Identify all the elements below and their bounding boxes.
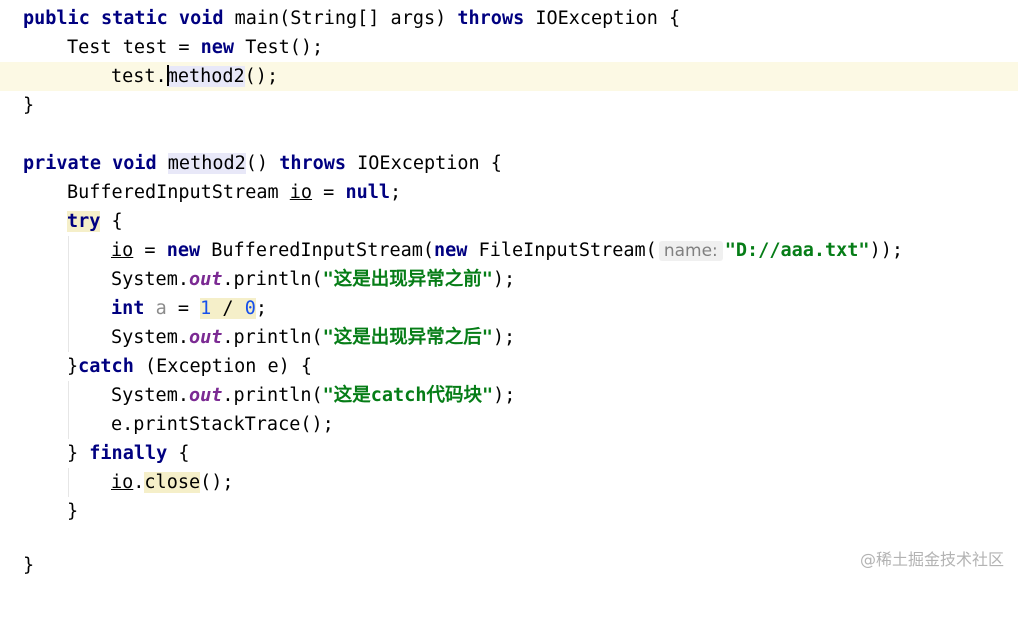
method-call: method2 xyxy=(166,66,245,87)
variable: io xyxy=(111,472,134,493)
code-line[interactable]: io = new BufferedInputStream(new FileInp… xyxy=(0,236,1018,265)
code-text: ); xyxy=(492,269,516,290)
code-text: () xyxy=(245,153,280,174)
code-text: BufferedInputStream xyxy=(67,182,290,203)
number-literal: 1 xyxy=(200,298,212,319)
parameter-hint: name: xyxy=(658,241,723,261)
variable: io xyxy=(289,182,313,203)
code-text: Test(); xyxy=(234,37,324,58)
code-text: { xyxy=(167,443,190,464)
code-text: Test test = xyxy=(67,37,201,58)
keyword: new xyxy=(166,240,201,261)
code-text: } xyxy=(23,95,35,116)
keyword: new xyxy=(200,37,235,58)
keyword: throws xyxy=(457,8,525,29)
code-line[interactable]: io.close(); xyxy=(0,468,1018,497)
code-text: .println( xyxy=(222,327,323,348)
keyword: throws xyxy=(279,153,347,174)
code-text: = xyxy=(312,182,346,203)
text-caret xyxy=(166,64,169,86)
string-literal: "这是出现异常之后" xyxy=(322,327,493,348)
code-text: e.printStackTrace(); xyxy=(111,414,334,435)
unused-variable: a xyxy=(155,298,167,319)
variable: io xyxy=(111,240,134,261)
code-line[interactable]: Test test = new Test(); xyxy=(0,33,1018,62)
keyword: public static void xyxy=(23,8,224,29)
code-text: / xyxy=(211,298,245,319)
code-text: ); xyxy=(493,385,516,406)
code-line[interactable]: e.printStackTrace(); xyxy=(0,410,1018,439)
code-text: ; xyxy=(255,298,267,319)
code-text: (Exception e) { xyxy=(133,356,313,377)
code-line[interactable]: } xyxy=(0,497,1018,526)
code-line[interactable]: } finally { xyxy=(0,439,1018,468)
code-text: IOException { xyxy=(524,8,681,29)
code-text: IOException { xyxy=(346,153,502,174)
keyword: int xyxy=(111,298,145,319)
code-line[interactable]: System.out.println("这是出现异常之前"); xyxy=(0,265,1018,294)
code-line[interactable]: System.out.println("这是出现异常之后"); xyxy=(0,323,1018,352)
code-text: { xyxy=(100,211,123,232)
code-text: ); xyxy=(492,327,516,348)
code-line[interactable]: public static void main(String[] args) t… xyxy=(0,4,1018,33)
code-text: } xyxy=(67,501,79,522)
code-text: . xyxy=(133,472,145,493)
code-text: (); xyxy=(200,472,234,493)
keyword: finally xyxy=(89,443,168,464)
method-declaration: method2 xyxy=(167,153,246,174)
code-text: FileInputStream( xyxy=(467,240,657,261)
code-line[interactable]: System.out.println("这是catch代码块"); xyxy=(0,381,1018,410)
keyword: null xyxy=(345,182,391,203)
code-text: = xyxy=(133,240,167,261)
static-field: out xyxy=(188,269,223,290)
code-line[interactable]: private void method2() throws IOExceptio… xyxy=(0,149,1018,178)
code-text: main(String[] args) xyxy=(223,8,458,29)
code-text: System. xyxy=(111,269,189,290)
code-text: System. xyxy=(111,327,189,348)
code-line-current[interactable]: test.method2(); xyxy=(0,62,1018,91)
code-text: = xyxy=(166,298,201,319)
code-text: } xyxy=(23,555,35,576)
keyword: new xyxy=(434,240,468,261)
code-line[interactable]: try { xyxy=(0,207,1018,236)
watermark: @稀土掘金技术社区 xyxy=(859,550,1004,569)
string-literal: "这是catch代码块" xyxy=(322,385,494,406)
static-field: out xyxy=(188,327,223,348)
code-text: (); xyxy=(244,66,279,87)
code-text: BufferedInputStream( xyxy=(200,240,435,261)
code-text: } xyxy=(67,356,79,377)
static-field: out xyxy=(188,385,223,406)
code-text: .println( xyxy=(222,385,323,406)
code-line[interactable]: } xyxy=(0,91,1018,120)
keyword: private void xyxy=(23,153,157,174)
string-literal: "这是出现异常之前" xyxy=(322,269,493,290)
code-line[interactable]: }catch (Exception e) { xyxy=(0,352,1018,381)
method-call: close xyxy=(144,472,201,493)
code-text: System. xyxy=(111,385,189,406)
code-line[interactable]: int a = 1 / 0; xyxy=(0,294,1018,323)
code-editor[interactable]: public static void main(String[] args) t… xyxy=(0,0,1018,585)
code-text: test. xyxy=(111,66,167,87)
keyword: catch xyxy=(78,356,134,377)
code-text: } xyxy=(67,443,90,464)
code-text: .println( xyxy=(222,269,323,290)
number-literal: 0 xyxy=(244,298,256,319)
code-line[interactable]: BufferedInputStream io = null; xyxy=(0,178,1018,207)
string-literal: "D://aaa.txt" xyxy=(724,240,870,261)
code-text: ; xyxy=(390,182,402,203)
keyword: try xyxy=(67,211,101,232)
code-text: )); xyxy=(869,240,903,261)
